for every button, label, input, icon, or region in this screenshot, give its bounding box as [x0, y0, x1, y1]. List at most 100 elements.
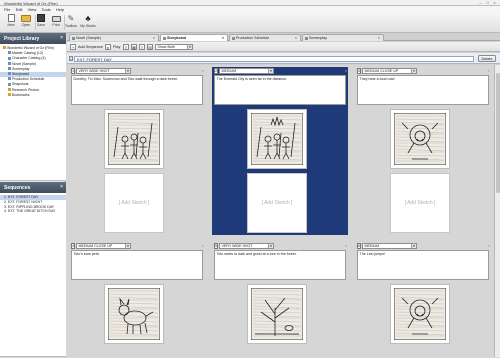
list-view-icon[interactable]: ≡ — [123, 44, 129, 50]
minimize-button[interactable]: – — [477, 0, 484, 5]
main-area: Novel (Sample) × Storyboard × Production… — [67, 33, 500, 358]
add-sketch-button[interactable]: [ Add Sketch ] — [390, 173, 450, 233]
sketch-image[interactable] — [104, 284, 164, 344]
sequences-header: Sequences × — [0, 182, 66, 193]
panel-number: 5 — [214, 243, 218, 249]
library-item[interactable]: Bookmarks — [0, 93, 66, 98]
close-icon[interactable]: × — [202, 68, 204, 73]
library-item-label: Novel (Sample) — [12, 61, 37, 66]
close-icon[interactable]: × — [202, 243, 204, 248]
storyboard-panel[interactable]: 2 MEDIUM ▼ × The Emerald City is seen far in… — [212, 67, 348, 235]
play-icon: ▸ — [105, 44, 111, 50]
panel-description[interactable]: The Lion jumps! — [357, 250, 489, 280]
sketch-image[interactable] — [104, 109, 164, 169]
sketch-image[interactable] — [247, 284, 307, 344]
toolbox-button[interactable]: ✎ Toolbox — [63, 14, 79, 32]
play-button[interactable]: Play — [113, 44, 120, 50]
close-icon[interactable]: × — [488, 243, 490, 248]
close-icon[interactable]: × — [378, 36, 380, 40]
panel-description[interactable]: They hear a loud roar! — [357, 75, 489, 105]
close-icon[interactable]: × — [295, 36, 297, 40]
document-icon — [305, 37, 308, 40]
panel-number: 3 — [357, 68, 361, 74]
storyboard-panel[interactable]: 3 MEDIUM CLOSE UP ▼ × They hear a loud roar!… — [355, 67, 491, 235]
storyboard-panel[interactable]: 1 VERY WIDE SHOT ▼ × Dorothy, Tin Man, Scare… — [69, 67, 205, 235]
scene-heading-field[interactable]: EXT. FOREST DAY — [74, 55, 474, 62]
folder-icon — [21, 15, 31, 22]
chevron-down-icon: ▼ — [125, 69, 130, 73]
document-icon — [8, 51, 11, 55]
delete-button[interactable]: Delete — [478, 55, 496, 62]
shot-type-select[interactable]: MEDIUM CLOSE UP ▼ — [76, 243, 131, 249]
sketch-image[interactable] — [390, 109, 450, 169]
library-item-label: Wonderful Wizard of Oz (Film) — [7, 46, 54, 50]
view-mode-select[interactable]: Show Both ▼ — [155, 44, 193, 50]
document-icon — [72, 37, 75, 40]
document-icon — [8, 82, 11, 86]
tab-storyboard[interactable]: Storyboard × — [160, 34, 228, 41]
project-library-tree: Wonderful Wizard of Oz (Film) Master Cata… — [0, 44, 66, 181]
panel-description[interactable]: Dorothy, Tin Man, Scarecrow and Toto wal… — [71, 75, 203, 105]
new-button[interactable]: New — [3, 14, 19, 32]
close-icon[interactable]: × — [222, 36, 224, 40]
project-library-title: Project Library — [4, 36, 40, 42]
add-sequence-button[interactable]: Add Sequence — [78, 44, 103, 50]
close-icon[interactable]: × — [488, 68, 490, 73]
sequences-title: Sequences — [4, 185, 31, 191]
window-title: Wonderful Wizard of Oz (Film) — [4, 0, 58, 6]
close-icon[interactable]: × — [60, 184, 63, 190]
panel-shot-row: 3 MEDIUM CLOSE UP ▼ — [357, 68, 487, 74]
save-button[interactable]: Save — [33, 14, 49, 32]
list-view-icon[interactable]: ≡ — [139, 44, 145, 50]
new-document-icon — [7, 14, 15, 22]
library-item-label: Storyboard — [12, 71, 30, 76]
close-button[interactable]: × — [491, 0, 498, 5]
storyboard-panel[interactable]: 5 VERY WIDE SHOT ▼ × Toto starts to bark and… — [212, 242, 348, 358]
tab-screenplay[interactable]: Screenplay × — [302, 34, 384, 41]
project-icon — [3, 46, 6, 50]
storyboard-panel[interactable]: 6 MEDIUM ▼ × The Lion jumps! — [355, 242, 491, 358]
panel-number: 4 — [71, 243, 75, 249]
scene-header: 1 EXT. FOREST DAY Delete — [67, 53, 500, 64]
close-icon[interactable]: × — [60, 35, 63, 41]
document-icon — [8, 72, 11, 76]
shot-type-select[interactable]: MEDIUM ▼ — [362, 243, 417, 249]
panel-description[interactable]: Toto's ears perk. — [71, 250, 203, 280]
add-sketch-button[interactable]: [ Add Sketch ] — [104, 173, 164, 233]
shot-type-select[interactable]: MEDIUM ▼ — [219, 68, 274, 74]
library-item-label: Master Catalog (12) — [12, 51, 43, 56]
print-button[interactable]: Print — [48, 14, 64, 32]
sequences-list: 1. EXT. FOREST DAY 2. EXT. FOREST NIGHT 3.… — [0, 193, 66, 357]
shot-type-select[interactable]: MEDIUM CLOSE UP ▼ — [362, 68, 417, 74]
open-button[interactable]: Open — [18, 14, 34, 32]
thumbnail-view-icon[interactable]: ▤ — [147, 44, 153, 50]
panel-shot-row: 5 VERY WIDE SHOT ▼ — [214, 243, 344, 249]
shot-type-select[interactable]: VERY WIDE SHOT ▼ — [219, 243, 274, 249]
sequence-item[interactable]: 4. EXT. THE GREAT DITCH DAY — [0, 209, 66, 214]
shot-type-select[interactable]: VERY WIDE SHOT ▼ — [76, 68, 131, 74]
vertical-scrollbar[interactable] — [494, 65, 500, 357]
panel-description[interactable]: The Emerald City is seen far in the dist… — [214, 75, 346, 105]
printer-icon — [51, 16, 61, 22]
my-studio-button[interactable]: ♣ My Studio — [80, 14, 96, 32]
panel-number: 6 — [357, 243, 361, 249]
sketch-image[interactable] — [247, 109, 307, 169]
add-sketch-button[interactable]: [ Add Sketch ] — [247, 173, 307, 233]
close-icon[interactable]: × — [345, 68, 347, 73]
maximize-button[interactable]: □ — [484, 0, 491, 5]
panel-number: 1 — [71, 68, 75, 74]
scrollbar-thumb[interactable] — [495, 73, 500, 193]
panel-description[interactable]: Toto starts to bark and growl at a tree … — [214, 250, 346, 280]
chevron-down-icon: ▼ — [268, 69, 273, 73]
close-icon[interactable]: × — [153, 36, 155, 40]
tab-novel[interactable]: Novel (Sample) × — [69, 34, 159, 41]
library-item-label: Character Catalog (4) — [12, 56, 46, 61]
storyboard-panel[interactable]: 4 MEDIUM CLOSE UP ▼ × Toto's ears perk. — [69, 242, 205, 358]
close-icon[interactable]: × — [345, 243, 347, 248]
grid-view-icon[interactable]: ▦ — [131, 44, 137, 50]
document-icon — [8, 92, 11, 96]
sketch-image[interactable] — [390, 284, 450, 344]
document-icon — [232, 37, 235, 40]
tab-production-schedule[interactable]: Production Schedule × — [229, 34, 301, 41]
library-item-label: Shapshots — [12, 82, 29, 87]
